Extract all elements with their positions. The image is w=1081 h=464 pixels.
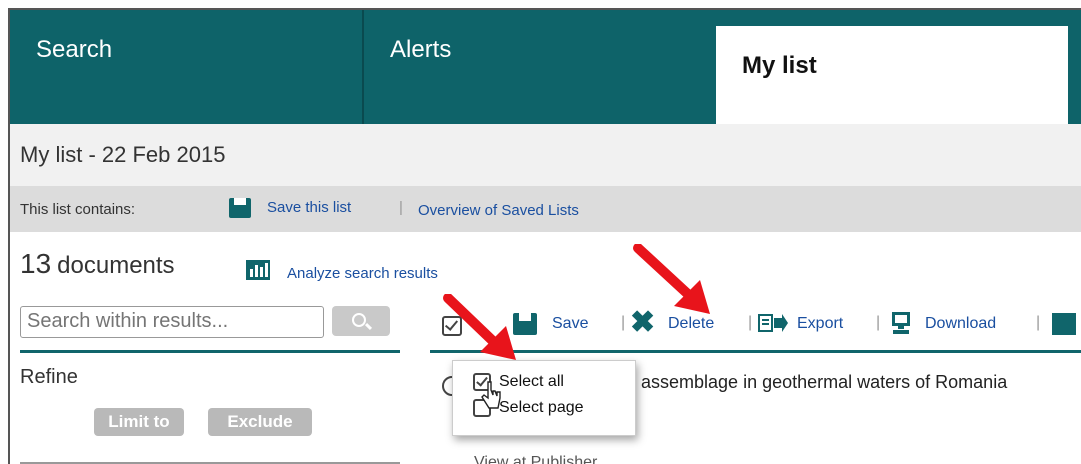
select-page-option[interactable]: Select page [499, 399, 584, 417]
page-title: My list - 22 Feb 2015 [20, 142, 226, 167]
document-count-number: 13 [20, 248, 52, 279]
tab-alerts-label: Alerts [390, 36, 452, 63]
result-meta[interactable]: View at Publisher [474, 454, 597, 464]
analyze-search-results-link[interactable]: Analyze search results [287, 265, 438, 282]
search-input[interactable] [21, 307, 323, 335]
analyze-icon[interactable] [246, 260, 270, 280]
separator: | [399, 199, 403, 216]
save-button[interactable]: Save [552, 315, 588, 333]
tab-search[interactable]: Search [10, 10, 360, 124]
document-count: 13 documents [20, 248, 175, 280]
download-icon[interactable] [890, 311, 912, 335]
tab-my-list[interactable]: My list [716, 22, 1068, 128]
search-within-results[interactable] [20, 306, 324, 338]
result-title[interactable]: h assemblage in geothermal waters of Rom… [626, 372, 1007, 393]
search-button[interactable] [332, 306, 390, 336]
save-this-list-link[interactable]: Save this list [267, 199, 351, 216]
tab-alerts[interactable]: Alerts [362, 10, 716, 124]
export-button[interactable]: Export [797, 315, 843, 333]
document-count-word: documents [57, 252, 175, 279]
tab-bar: Search Alerts My list [10, 10, 1081, 128]
analyze-icon[interactable] [1052, 313, 1076, 335]
left-divider [20, 350, 400, 353]
toolbar-separator: | [621, 314, 626, 331]
list-title-bar: My list - 22 Feb 2015 [10, 124, 1081, 186]
list-contains-label: This list contains: [20, 201, 136, 218]
save-icon[interactable] [229, 198, 251, 218]
exclude-button[interactable]: Exclude [208, 408, 312, 436]
delete-button[interactable]: Delete [668, 315, 714, 333]
toolbar-separator: | [1036, 314, 1041, 331]
toolbar-separator: | [748, 314, 753, 331]
overview-saved-lists-link[interactable]: Overview of Saved Lists [418, 202, 579, 219]
app-frame: Search Alerts My list My list - 22 Feb 2… [8, 8, 1081, 464]
list-contains-bar: This list contains: Save this list | Ove… [10, 186, 1081, 232]
refine-heading: Refine [20, 366, 78, 388]
select-all-option[interactable]: Select all [499, 373, 564, 391]
tab-my-list-label: My list [742, 52, 817, 79]
limit-to-button[interactable]: Limit to [94, 408, 184, 436]
export-icon[interactable] [758, 314, 788, 332]
download-button[interactable]: Download [925, 315, 996, 333]
red-arrow-delete [633, 244, 710, 314]
tab-search-label: Search [36, 36, 113, 63]
toolbar-separator: | [876, 314, 881, 331]
red-arrow-select-all [443, 294, 516, 360]
pointer-cursor-icon [481, 381, 501, 409]
right-divider [430, 350, 1081, 353]
